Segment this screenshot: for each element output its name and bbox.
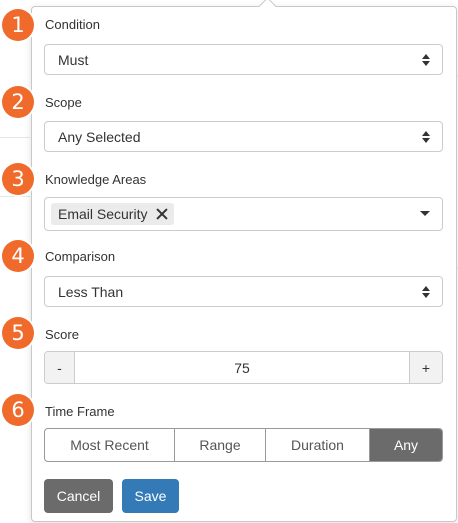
- time-frame-toggle: Most Recent Range Duration Any: [44, 428, 443, 462]
- time-frame-duration[interactable]: Duration: [266, 429, 370, 461]
- close-icon[interactable]: [156, 208, 168, 220]
- knowledge-area-tag: Email Security: [51, 203, 175, 225]
- up-down-arrows-icon: [422, 130, 430, 144]
- knowledge-areas-select[interactable]: Email Security: [44, 197, 443, 231]
- background-divider: [0, 196, 30, 197]
- up-down-arrows-icon: [422, 53, 430, 67]
- save-button[interactable]: Save: [122, 479, 179, 513]
- time-frame-range[interactable]: Range: [175, 429, 266, 461]
- score-input[interactable]: 75: [75, 352, 409, 383]
- score-label: Score: [45, 327, 79, 342]
- step-badge-5: 5: [2, 317, 34, 349]
- step-badge-2: 2: [2, 86, 34, 118]
- popover-arrow: [258, 0, 277, 16]
- filter-popover: Condition Must Scope Any Selected Knowle…: [31, 0, 457, 522]
- up-down-arrows-icon: [422, 285, 430, 299]
- condition-value: Must: [58, 52, 89, 68]
- condition-select[interactable]: Must: [44, 44, 443, 75]
- background-divider: [0, 137, 30, 138]
- time-frame-any[interactable]: Any: [370, 429, 442, 461]
- condition-label: Condition: [45, 17, 100, 32]
- score-increment-button[interactable]: +: [409, 352, 442, 383]
- scope-value: Any Selected: [58, 129, 141, 145]
- caret-down-icon[interactable]: [420, 211, 430, 216]
- comparison-select[interactable]: Less Than: [44, 276, 443, 307]
- cancel-button[interactable]: Cancel: [44, 479, 113, 513]
- scope-label: Scope: [45, 95, 82, 110]
- comparison-value: Less Than: [58, 284, 124, 300]
- comparison-label: Comparison: [45, 249, 116, 264]
- step-badge-3: 3: [2, 163, 34, 195]
- time-frame-label: Time Frame: [45, 404, 115, 419]
- knowledge-areas-label: Knowledge Areas: [45, 172, 147, 187]
- screen: 1 2 3 4 5 6 Condition Must Scope Any Sel…: [0, 0, 458, 523]
- score-decrement-button[interactable]: -: [45, 352, 75, 383]
- step-badge-4: 4: [2, 240, 34, 272]
- step-badge-6: 6: [2, 394, 34, 426]
- step-badge-1: 1: [2, 9, 34, 41]
- score-stepper: - 75 +: [44, 351, 443, 384]
- scope-select[interactable]: Any Selected: [44, 121, 443, 152]
- time-frame-most-recent[interactable]: Most Recent: [45, 429, 175, 461]
- tag-label: Email Security: [58, 206, 148, 222]
